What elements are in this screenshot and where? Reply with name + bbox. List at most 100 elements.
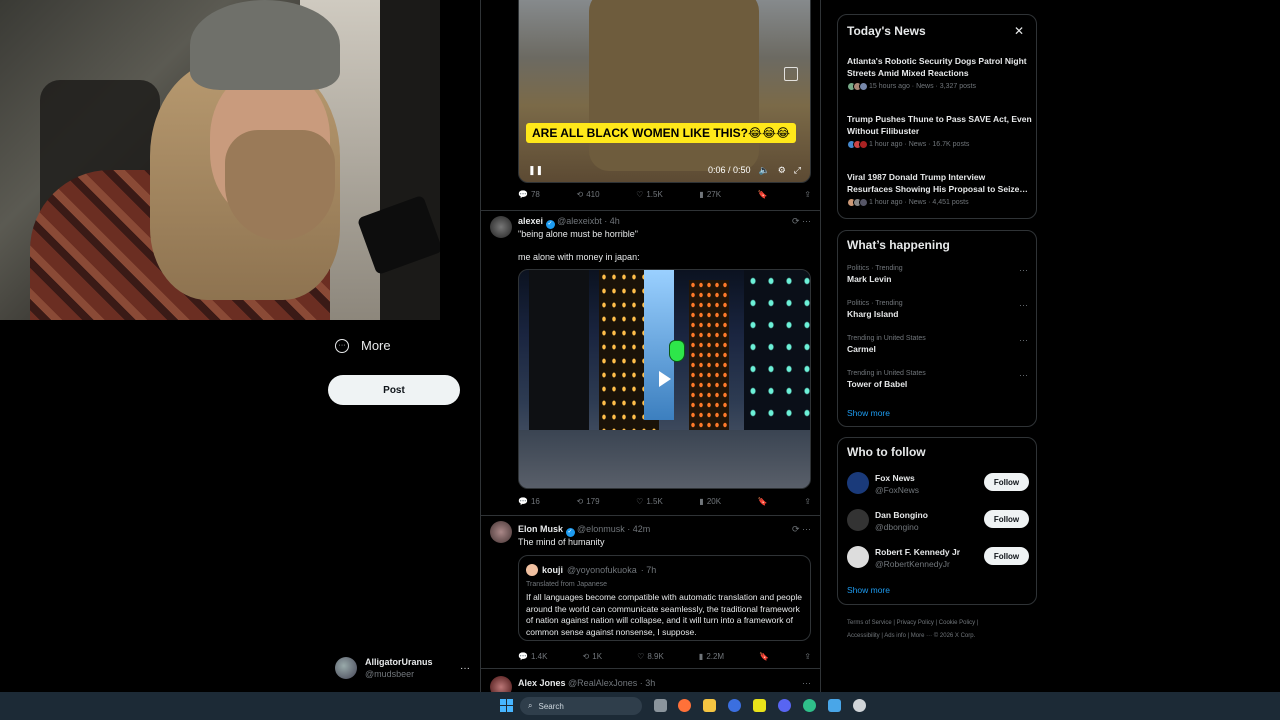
footer-links[interactable]: Accessibility | Ads info | More ··· © 20… bbox=[847, 630, 1027, 643]
show-more-link[interactable]: Show more bbox=[847, 408, 890, 418]
reply-button[interactable]: 💬 1.4K bbox=[518, 652, 547, 661]
post-text: me alone with money in japan: bbox=[518, 252, 640, 262]
reply-button[interactable]: 💬 16 bbox=[518, 497, 540, 506]
timeline[interactable]: ARE ALL BLACK WOMEN LIKE THIS?😂😂😂 ❚❚ 0:0… bbox=[480, 0, 821, 692]
heart-icon: ♡ bbox=[636, 190, 644, 199]
post-actions: 💬 78 ⟲ 410 ♡ 1.5K ▮ 27K 🔖 ⇪ bbox=[518, 190, 811, 199]
trend-item[interactable]: Politics · Trending Mark Levin ··· bbox=[847, 265, 1032, 284]
like-button[interactable]: ♡ 8.9K bbox=[637, 652, 664, 661]
avatar[interactable] bbox=[490, 676, 512, 692]
bookmark-icon[interactable]: 🔖 bbox=[758, 190, 768, 199]
like-button[interactable]: ♡ 1.5K bbox=[636, 190, 663, 199]
more-dots-icon[interactable]: ⟳ ··· bbox=[792, 216, 811, 227]
volume-icon[interactable]: 🔈 bbox=[759, 165, 770, 176]
post[interactable]: ARE ALL BLACK WOMEN LIKE THIS?😂😂😂 ❚❚ 0:0… bbox=[481, 0, 820, 211]
more-dots-icon[interactable]: ··· bbox=[1019, 370, 1028, 380]
views-button[interactable]: ▮ 20K bbox=[699, 497, 721, 506]
author-handle[interactable]: @alexeixbt bbox=[557, 216, 602, 226]
bookmark-icon[interactable]: 🔖 bbox=[759, 652, 769, 661]
author-handle[interactable]: @elonmusk bbox=[577, 524, 625, 534]
more-dots-icon[interactable]: ··· bbox=[1019, 335, 1028, 345]
translated-label[interactable]: Translated from Japanese bbox=[526, 581, 803, 588]
discord-icon[interactable] bbox=[778, 699, 791, 712]
task-view-icon[interactable] bbox=[654, 699, 667, 712]
post[interactable]: Elon Musk ✓ @elonmusk · 42m ⟳ ··· The mi… bbox=[481, 516, 820, 669]
avatar[interactable] bbox=[490, 216, 512, 238]
repost-button[interactable]: ⟲ 410 bbox=[576, 190, 599, 199]
taskbar-search[interactable]: ⌕ Search bbox=[520, 697, 642, 715]
post-text: "being alone must be horrible" bbox=[518, 229, 638, 239]
app-icon[interactable] bbox=[728, 699, 741, 712]
avatar[interactable] bbox=[490, 521, 512, 543]
avatar bbox=[847, 546, 869, 568]
close-icon[interactable]: ✕ bbox=[1014, 24, 1024, 38]
more-dots-icon[interactable]: ··· bbox=[802, 678, 811, 688]
repost-button[interactable]: ⟲ 179 bbox=[576, 497, 599, 506]
news-item[interactable]: Viral 1987 Donald Trump Interview Resurf… bbox=[847, 172, 1032, 207]
author-name[interactable]: Elon Musk bbox=[518, 524, 563, 534]
author-name[interactable]: alexei bbox=[518, 216, 543, 226]
file-explorer-icon[interactable] bbox=[703, 699, 716, 712]
expand-icon[interactable] bbox=[784, 67, 798, 81]
reply-icon: 💬 bbox=[518, 190, 528, 199]
follow-suggestion[interactable]: Dan Bongino @dbongino Follow bbox=[847, 507, 1032, 533]
news-item[interactable]: Atlanta's Robotic Security Dogs Patrol N… bbox=[847, 56, 1032, 91]
trend-item[interactable]: Trending in United States Carmel ··· bbox=[847, 335, 1032, 354]
trend-item[interactable]: Trending in United States Tower of Babel… bbox=[847, 370, 1032, 389]
reply-button[interactable]: 💬 78 bbox=[518, 190, 540, 199]
post-age: · 3h bbox=[639, 678, 656, 688]
follow-button[interactable]: Follow bbox=[984, 510, 1029, 528]
post-actions: 💬 1.4K ⟲ 1K ♡ 8.9K ▮ 2.2M 🔖 ⇪ bbox=[518, 652, 811, 661]
video-player[interactable]: ARE ALL BLACK WOMEN LIKE THIS?😂😂😂 ❚❚ 0:0… bbox=[518, 0, 811, 183]
firefox-icon[interactable] bbox=[678, 699, 691, 712]
like-count: 8.9K bbox=[647, 652, 664, 661]
mouse-cursor-icon bbox=[669, 340, 685, 362]
author-handle[interactable]: @RealAlexJones bbox=[568, 678, 637, 688]
views-button[interactable]: ▮ 27K bbox=[699, 190, 721, 199]
share-icon[interactable]: ⇪ bbox=[804, 497, 811, 506]
play-icon[interactable] bbox=[658, 371, 671, 387]
show-more-link[interactable]: Show more bbox=[847, 585, 890, 595]
fullscreen-icon[interactable]: ⤢ bbox=[794, 165, 801, 176]
trend-name: Carmel bbox=[847, 344, 876, 354]
more-dots-icon[interactable]: ··· bbox=[1019, 265, 1028, 275]
post-button[interactable]: Post bbox=[328, 375, 460, 405]
post[interactable]: Alex Jones @RealAlexJones · 3h ··· bbox=[481, 669, 820, 692]
app-icon[interactable] bbox=[753, 699, 766, 712]
trend-item[interactable]: Politics · Trending Kharg Island ··· bbox=[847, 300, 1032, 319]
post-age: · 42m bbox=[627, 524, 651, 534]
app-icon[interactable] bbox=[853, 699, 866, 712]
video-player[interactable] bbox=[518, 269, 811, 489]
share-icon[interactable]: ⇪ bbox=[804, 652, 811, 661]
views-button[interactable]: ▮ 2.2M bbox=[699, 652, 724, 661]
repost-button[interactable]: ⟲ 1K bbox=[583, 652, 603, 661]
account-switcher[interactable]: AlligatorUranus @mudsbeer ··· bbox=[335, 656, 470, 680]
quoted-post[interactable]: kouji @yoyonofukuoka · 7h Translated fro… bbox=[518, 555, 811, 641]
nav-more-label: More bbox=[361, 338, 391, 353]
footer-links[interactable]: Terms of Service | Privacy Policy | Cook… bbox=[847, 617, 1027, 630]
like-button[interactable]: ♡ 1.5K bbox=[636, 497, 663, 506]
share-icon[interactable]: ⇪ bbox=[804, 190, 811, 199]
more-dots-icon[interactable]: ··· bbox=[1019, 300, 1028, 310]
post[interactable]: alexei ✓ @alexeixbt · 4h ⟳ ··· "being al… bbox=[481, 211, 820, 516]
more-dots-icon[interactable]: ⟳ ··· bbox=[792, 524, 811, 535]
nav-more[interactable]: ··· More bbox=[335, 338, 391, 353]
suggestion-handle: @FoxNews bbox=[875, 485, 920, 495]
news-item[interactable]: Trump Pushes Thune to Pass SAVE Act, Eve… bbox=[847, 114, 1032, 149]
author-name[interactable]: Alex Jones bbox=[518, 678, 566, 688]
edge-icon[interactable] bbox=[803, 699, 816, 712]
verified-icon: ✓ bbox=[545, 220, 555, 229]
more-dots-icon[interactable]: ··· bbox=[460, 663, 470, 674]
follow-button[interactable]: Follow bbox=[984, 473, 1029, 491]
settings-icon[interactable]: ⚙ bbox=[778, 165, 786, 176]
follow-button[interactable]: Follow bbox=[984, 547, 1029, 565]
follow-suggestion[interactable]: Fox News @FoxNews Follow bbox=[847, 470, 1032, 496]
trend-category: Politics · Trending bbox=[847, 300, 903, 307]
app-icon[interactable] bbox=[828, 699, 841, 712]
windows-start-icon[interactable] bbox=[500, 699, 513, 712]
post-actions: 💬 16 ⟲ 179 ♡ 1.5K ▮ 20K 🔖 ⇪ bbox=[518, 497, 811, 506]
bookmark-icon[interactable]: 🔖 bbox=[758, 497, 768, 506]
follow-suggestion[interactable]: Robert F. Kennedy Jr @RobertKennedyJr Fol… bbox=[847, 544, 1032, 570]
pause-icon[interactable]: ❚❚ bbox=[528, 165, 543, 176]
taskbar: ⌕ Search bbox=[0, 692, 1280, 720]
